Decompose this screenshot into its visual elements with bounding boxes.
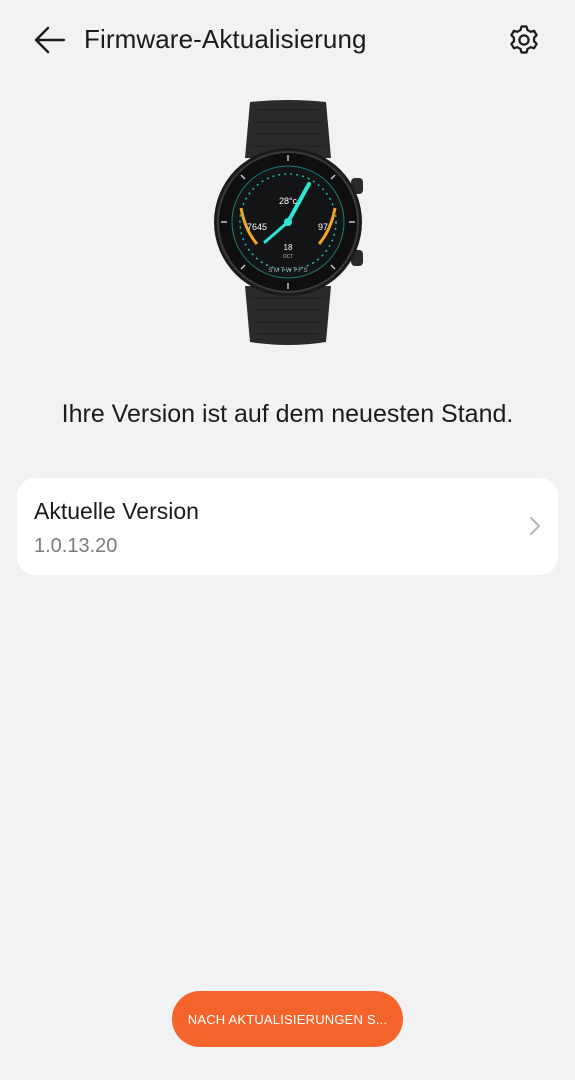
watch-temperature: 28°c <box>279 196 298 206</box>
back-button[interactable] <box>30 22 70 58</box>
page-title: Firmware-Aktualisierung <box>84 24 367 54</box>
settings-button[interactable] <box>504 20 544 60</box>
check-for-updates-button[interactable]: NACH AKTUALISIERUNGEN S... <box>172 991 403 1047</box>
current-version-value: 1.0.13.20 <box>34 535 118 557</box>
watch-date-month: OCT <box>283 254 294 260</box>
watch-heart-rate: 97 <box>318 222 328 232</box>
watch-date-day: 18 <box>284 243 293 252</box>
current-version-card[interactable]: Aktuelle Version 1.0.13.20 <box>17 478 558 575</box>
watch-steps: 7645 <box>247 222 267 232</box>
arrow-left-icon <box>34 26 66 54</box>
watch-weekdays: S M T W T F S <box>268 268 307 274</box>
check-for-updates-label: NACH AKTUALISIERUNGEN S... <box>187 1011 388 1027</box>
app-header: Firmware-Aktualisierung <box>0 0 575 80</box>
chevron-right-icon <box>530 517 540 535</box>
current-version-label: Aktuelle Version <box>34 498 199 524</box>
update-status-text: Ihre Version ist auf dem neuesten Stand. <box>61 400 514 428</box>
smartwatch-image: 28°c 7645 97 18 OCT S M T W T F S <box>205 100 371 346</box>
gear-icon <box>510 25 538 54</box>
